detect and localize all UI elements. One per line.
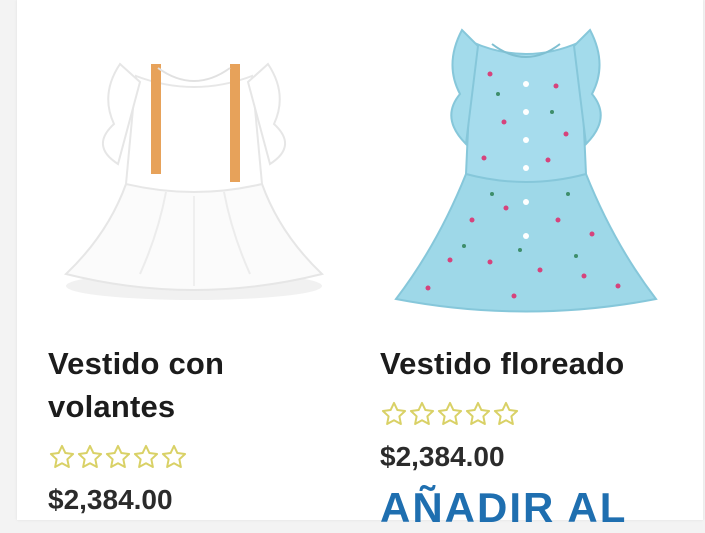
product-card-vestido-floreado: Vestido floreado $2,384.00 AÑADIR AL bbox=[380, 24, 672, 533]
star-outline-icon bbox=[49, 444, 75, 469]
star-rating bbox=[48, 440, 340, 474]
star-outline-icon bbox=[77, 444, 103, 469]
star-outline-icon bbox=[105, 444, 131, 469]
product-image-link[interactable] bbox=[48, 24, 340, 316]
product-image-link[interactable] bbox=[380, 24, 672, 316]
star-outline-icon bbox=[493, 401, 519, 426]
white-ruffle-dress-image bbox=[48, 24, 340, 316]
star-outline-icon bbox=[161, 444, 187, 469]
product-title[interactable]: Vestido floreado bbox=[380, 342, 672, 385]
add-to-cart-button[interactable]: AÑADIR AL bbox=[380, 483, 672, 533]
product-price: $2,384.00 bbox=[48, 484, 173, 515]
star-outline-icon bbox=[133, 444, 159, 469]
product-card-vestido-con-volantes: Vestido con volantes $2,384.00 bbox=[48, 24, 340, 518]
star-outline-icon bbox=[409, 401, 435, 426]
product-price: $2,384.00 bbox=[380, 441, 505, 472]
star-outline-icon bbox=[437, 401, 463, 426]
star-outline-icon bbox=[465, 401, 491, 426]
star-rating bbox=[380, 397, 672, 431]
star-outline-icon bbox=[381, 401, 407, 426]
blue-floral-dress-image bbox=[380, 24, 672, 316]
product-title[interactable]: Vestido con volantes bbox=[48, 342, 340, 428]
